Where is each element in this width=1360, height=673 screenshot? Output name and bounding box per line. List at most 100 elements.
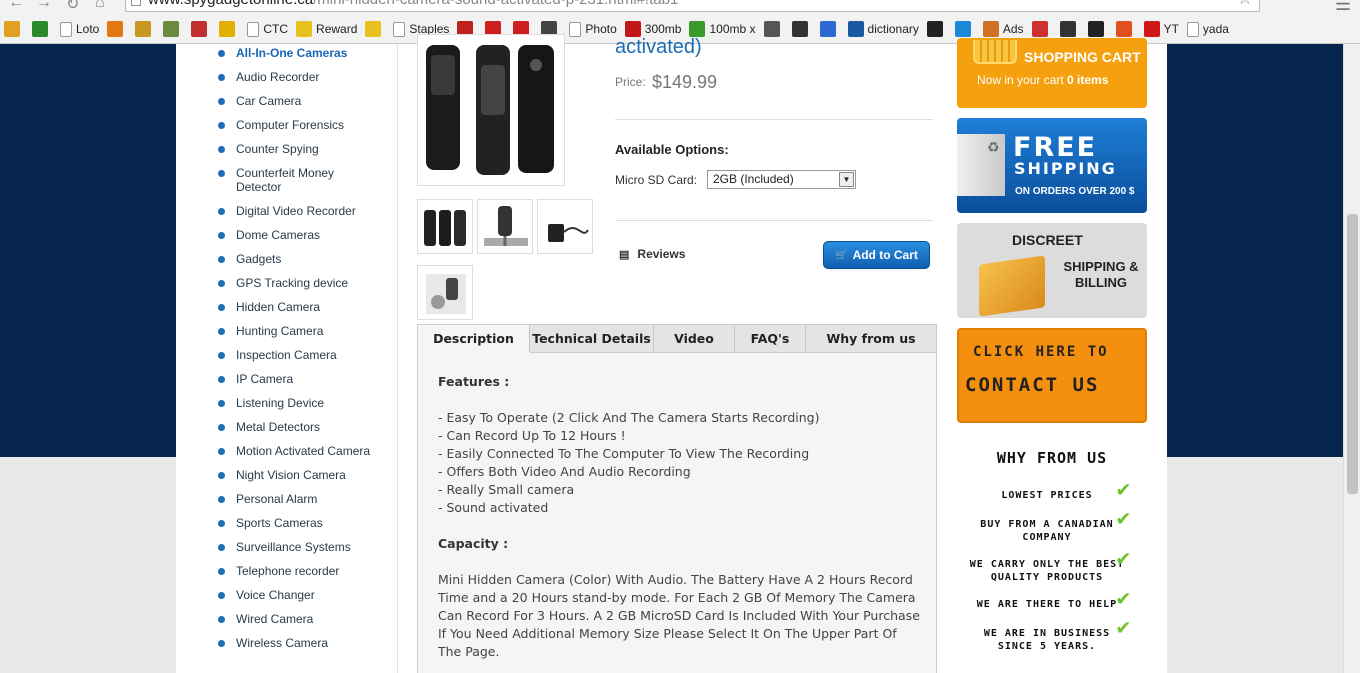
category-link[interactable]: Counter Spying bbox=[218, 142, 378, 156]
bookmark-item[interactable] bbox=[135, 21, 155, 37]
bookmark-item[interactable] bbox=[1115, 21, 1136, 37]
bookmark-item[interactable] bbox=[365, 21, 385, 37]
bookmark-item[interactable]: dictionary bbox=[847, 21, 919, 37]
bookmark-item[interactable]: CTC bbox=[247, 21, 288, 37]
micro-sd-select[interactable]: 2GB (Included) ▼ bbox=[707, 170, 856, 189]
category-link[interactable]: Telephone recorder bbox=[218, 564, 378, 578]
why-item: LOWEST PRICES ✔ bbox=[967, 479, 1130, 502]
bookmark-item[interactable]: 300mb bbox=[624, 21, 681, 37]
tab-faq-s[interactable]: FAQ's bbox=[735, 325, 806, 353]
checkmark-icon: ✔ bbox=[1116, 506, 1131, 531]
product-main-image[interactable] bbox=[417, 34, 565, 186]
product-tabs: Description Technical Details Video FAQ's Wh… bbox=[417, 324, 937, 673]
bookmark-item[interactable] bbox=[1087, 21, 1108, 37]
category-link[interactable]: Counterfeit Money Detector bbox=[218, 166, 378, 194]
bookmark-item[interactable]: Loto bbox=[60, 21, 99, 37]
features-title: Features : bbox=[438, 374, 510, 389]
hd-icon bbox=[926, 21, 943, 37]
category-link[interactable]: Metal Detectors bbox=[218, 420, 378, 434]
contact-us-banner[interactable]: CLICK HERE TO CONTACT US bbox=[957, 328, 1147, 423]
dropdown-arrow-icon[interactable]: ▼ bbox=[839, 172, 854, 187]
product-thumbnail[interactable] bbox=[417, 199, 473, 254]
bookmark-item[interactable] bbox=[107, 21, 127, 37]
category-link[interactable]: Wireless Camera bbox=[218, 636, 378, 650]
house-icon bbox=[135, 21, 152, 37]
tab-description[interactable]: Description bbox=[418, 325, 530, 353]
tab-technical-details[interactable]: Technical Details bbox=[530, 325, 654, 353]
bookmark-item[interactable]: Reward bbox=[296, 21, 357, 37]
category-link[interactable]: Sports Cameras bbox=[218, 516, 378, 530]
reload-icon[interactable]: ↻ bbox=[66, 0, 79, 14]
bookmark-label: Ads bbox=[1002, 22, 1024, 36]
page-scrollbar[interactable] bbox=[1343, 44, 1360, 673]
category-link[interactable]: IP Camera bbox=[218, 372, 378, 386]
feature-item: - Sound activated bbox=[438, 500, 549, 515]
product-thumbnail[interactable] bbox=[537, 199, 593, 254]
bookmark-item[interactable]: 100mb x bbox=[689, 21, 756, 37]
category-link[interactable]: Wired Camera bbox=[218, 612, 378, 626]
bookmark-label: dictionary bbox=[867, 22, 919, 36]
category-sidebar: All-In-One Cameras Audio Recorder Car Came… bbox=[176, 44, 398, 673]
category-link[interactable]: All-In-One Cameras bbox=[218, 46, 378, 60]
address-bar[interactable]: www.spygadgetonline.ca/mini-hidden-camer… bbox=[125, 0, 1260, 12]
category-link[interactable]: Gadgets bbox=[218, 252, 378, 266]
bookmark-item[interactable] bbox=[954, 21, 975, 37]
category-link[interactable]: Hunting Camera bbox=[218, 324, 378, 338]
folder-icon bbox=[296, 21, 313, 37]
category-link[interactable]: Digital Video Recorder bbox=[218, 204, 378, 218]
shopping-cart-banner[interactable]: SHOPPING CART Now in your cart 0 items bbox=[957, 38, 1147, 108]
tab-why-from-us[interactable]: Why from us bbox=[806, 325, 936, 353]
product-thumbnail[interactable] bbox=[417, 265, 473, 320]
category-link[interactable]: Voice Changer bbox=[218, 588, 378, 602]
category-link[interactable]: Personal Alarm bbox=[218, 492, 378, 506]
bookmark-item[interactable] bbox=[32, 21, 52, 37]
bookmark-item[interactable] bbox=[791, 21, 812, 37]
page-container: All-In-One Cameras Audio Recorder Car Came… bbox=[176, 34, 1167, 673]
why-item: BUY FROM A CANADIAN COMPANY ✔ bbox=[967, 508, 1130, 544]
tab-video[interactable]: Video bbox=[654, 325, 735, 353]
bookmark-item[interactable] bbox=[819, 21, 840, 37]
category-link[interactable]: GPS Tracking device bbox=[218, 276, 378, 290]
category-link[interactable]: Audio Recorder bbox=[218, 70, 378, 84]
category-link[interactable]: Night Vision Camera bbox=[218, 468, 378, 482]
category-link[interactable]: Surveillance Systems bbox=[218, 540, 378, 554]
add-to-cart-label: Add to Cart bbox=[852, 248, 918, 262]
td-icon bbox=[32, 21, 48, 37]
bookmark-item[interactable]: YT bbox=[1143, 21, 1179, 37]
category-link[interactable]: Hidden Camera bbox=[218, 300, 378, 314]
forward-arrow-icon[interactable]: → bbox=[36, 0, 52, 12]
bookmark-item[interactable] bbox=[763, 21, 784, 37]
discreet-banner[interactable]: DISCREET SHIPPING & BILLING bbox=[957, 223, 1147, 318]
category-link[interactable]: Dome Cameras bbox=[218, 228, 378, 242]
bookmark-item[interactable] bbox=[926, 21, 947, 37]
url-host: www.spygadgetonline.ca bbox=[148, 0, 313, 8]
bookmark-star-icon[interactable]: ☆ bbox=[1237, 0, 1253, 7]
bookmark-item[interactable]: Ads bbox=[982, 21, 1024, 37]
scrollbar-thumb[interactable] bbox=[1347, 214, 1358, 494]
reviews-link[interactable]: ▤ Reviews bbox=[619, 247, 685, 261]
back-arrow-icon[interactable]: ← bbox=[8, 0, 24, 12]
bookmark-item[interactable] bbox=[1059, 21, 1080, 37]
url-path: /mini-hidden-camera-sound-activated-p-23… bbox=[313, 0, 678, 8]
category-link[interactable]: Computer Forensics bbox=[218, 118, 378, 132]
add-to-cart-button[interactable]: 🛒 Add to Cart bbox=[823, 241, 930, 269]
bookmark-item[interactable] bbox=[163, 21, 183, 37]
category-link[interactable]: Listening Device bbox=[218, 396, 378, 410]
category-link[interactable]: Car Camera bbox=[218, 94, 378, 108]
why-item: WE CARRY ONLY THE BEST QUALITY PRODUCTS ✔ bbox=[967, 548, 1130, 584]
menu-icon[interactable]: ☰ bbox=[1335, 0, 1351, 15]
bookmark-item[interactable] bbox=[1031, 21, 1052, 37]
page-icon bbox=[131, 0, 141, 6]
contact-line-1: CLICK HERE TO bbox=[973, 344, 1109, 360]
youtube-icon bbox=[1143, 21, 1160, 37]
free-shipping-banner[interactable]: ♻ FREE SHIPPING ON ORDERS OVER 200 $ bbox=[957, 118, 1147, 213]
bookmark-item[interactable] bbox=[191, 21, 211, 37]
bookmark-item[interactable] bbox=[219, 21, 239, 37]
bookmark-item[interactable] bbox=[4, 21, 24, 37]
bookmark-item[interactable]: yada bbox=[1186, 21, 1229, 37]
home-icon[interactable]: ⌂ bbox=[95, 0, 105, 12]
product-thumbnail[interactable] bbox=[477, 199, 533, 254]
category-link[interactable]: Motion Activated Camera bbox=[218, 444, 378, 458]
bookmark-item[interactable]: Photo bbox=[569, 21, 617, 37]
category-link[interactable]: Inspection Camera bbox=[218, 348, 378, 362]
